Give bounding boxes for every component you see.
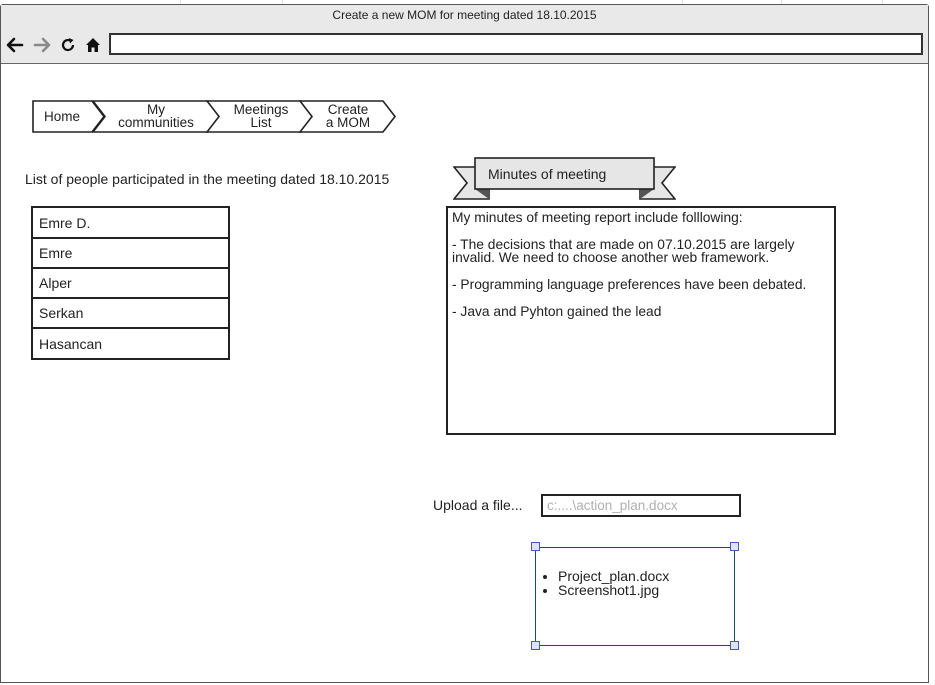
reload-button[interactable]: [58, 35, 78, 55]
breadcrumb-label: Meetings List: [233, 102, 289, 130]
resize-handle[interactable]: [730, 641, 739, 650]
upload-file-input[interactable]: [541, 494, 741, 517]
breadcrumb-label: My communities: [118, 102, 194, 130]
forward-button[interactable]: [32, 35, 52, 55]
resize-handle[interactable]: [531, 542, 540, 551]
minutes-line: - Programming language preferences have …: [452, 277, 807, 292]
home-icon: [86, 38, 100, 52]
title-bar: Create a new MOM for meeting dated 18.10…: [1, 5, 928, 64]
files-list: Project_plan.docx Screenshot1.jpg: [536, 569, 669, 597]
resize-handle[interactable]: [730, 542, 739, 551]
resize-handle[interactable]: [531, 641, 540, 650]
participant-item[interactable]: Serkan: [31, 298, 230, 328]
file-item[interactable]: Screenshot1.jpg: [558, 583, 669, 597]
participants-list: Emre D. Emre Alper Serkan Hasancan: [31, 206, 230, 360]
minutes-ribbon-label: Minutes of meeting: [488, 166, 607, 182]
minutes-line: - Java and Pyhton gained the lead: [452, 304, 662, 319]
participants-heading: List of people participated in the meeti…: [25, 171, 390, 187]
minutes-textarea[interactable]: My minutes of meeting report include fol…: [446, 206, 836, 435]
window-title: Create a new MOM for meeting dated 18.10…: [332, 8, 597, 22]
breadcrumb-label: Create a MOM: [325, 102, 371, 130]
reload-icon: [61, 38, 75, 52]
upload-link[interactable]: Upload a file...: [433, 497, 523, 513]
participant-item[interactable]: Emre: [31, 238, 230, 268]
breadcrumb-label: Home: [43, 108, 80, 124]
participant-item[interactable]: Hasancan: [31, 328, 230, 360]
forward-arrow-icon: [33, 37, 51, 53]
participant-item[interactable]: Emre D.: [31, 206, 230, 238]
minutes-line: My minutes of meeting report include fol…: [452, 210, 743, 225]
minutes-line: - The decisions that are made on 07.10.2…: [452, 237, 795, 265]
back-arrow-icon: [6, 37, 24, 53]
file-item[interactable]: Project_plan.docx: [558, 569, 669, 583]
participant-item[interactable]: Alper: [31, 268, 230, 298]
home-button[interactable]: [83, 35, 103, 55]
back-button[interactable]: [5, 35, 25, 55]
breadcrumb-my-communities[interactable]: My communities: [92, 100, 222, 133]
breadcrumb-create-mom[interactable]: Create a MOM: [299, 100, 397, 133]
uploaded-files-list[interactable]: Project_plan.docx Screenshot1.jpg: [535, 547, 735, 646]
address-bar[interactable]: [109, 33, 923, 55]
